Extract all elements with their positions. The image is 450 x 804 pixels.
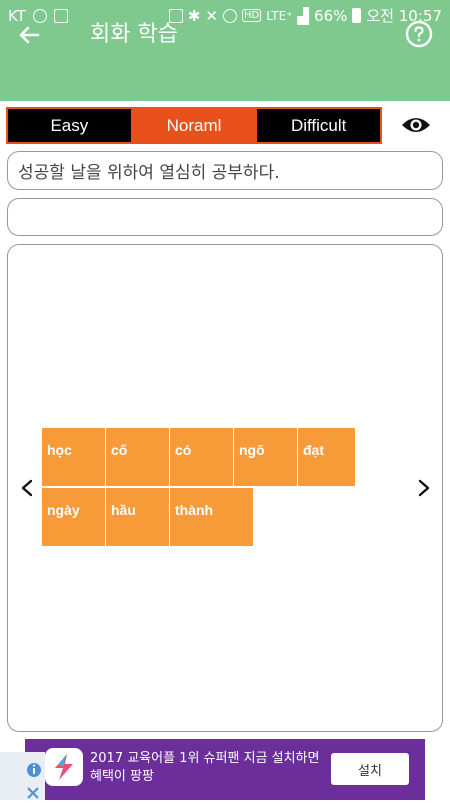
ad-app-logo [45,748,83,786]
status-bar: KT ✱ ✕ HD LTE⁺ ▟ 66% 오전 10:57 [0,0,450,31]
signal-icon: ▟ [297,6,310,25]
lock-notification-icon [53,8,68,23]
korean-sentence: 성공할 날을 위하여 열심히 공부하다. [7,151,443,190]
page-title: 회화 학습 [90,22,178,47]
answer-field[interactable] [7,198,443,236]
word-tile[interactable]: cố [106,428,169,486]
ad-install-button[interactable]: 설치 [331,753,409,785]
ad-info-area[interactable] [0,752,45,800]
word-tile[interactable]: ngõ [234,428,297,486]
difficulty-selector: Easy Noraml Difficult [6,107,382,144]
ad-info-icon[interactable] [0,752,45,800]
status-right: ✱ ✕ HD LTE⁺ ▟ 66% 오전 10:57 [168,5,442,26]
word-tile[interactable]: thành [170,488,253,546]
back-arrow-icon[interactable] [14,20,44,50]
level-difficult-button[interactable]: Difficult [257,109,380,142]
mute-icon: ✕ [205,6,218,25]
question-circle-icon[interactable] [405,20,433,48]
level-normal-button[interactable]: Noraml [132,109,258,142]
level-easy-button[interactable]: Easy [8,109,133,142]
alarm-icon [222,8,237,23]
hd-icon: HD [241,9,262,22]
chevron-left-icon[interactable] [12,476,42,500]
word-tile[interactable]: có [170,428,233,486]
ad-text[interactable]: 2017 교육어플 1위 슈퍼팬 지금 설치하면 혜택이 팡팡 [90,750,330,786]
lightning-s-icon [55,754,73,780]
word-tile[interactable]: học [42,428,105,486]
word-tile[interactable]: hầu [106,488,169,546]
eye-icon[interactable] [401,113,431,137]
app-bar [0,31,450,101]
bluetooth-icon: ✱ [187,6,201,25]
network-type: LTE⁺ [266,8,293,23]
chevron-right-icon[interactable] [409,476,439,500]
word-tile[interactable]: đạt [298,428,355,486]
battery-icon [352,8,362,23]
word-tile[interactable]: ngày [42,488,105,546]
battery-percent: 66% [314,6,348,25]
